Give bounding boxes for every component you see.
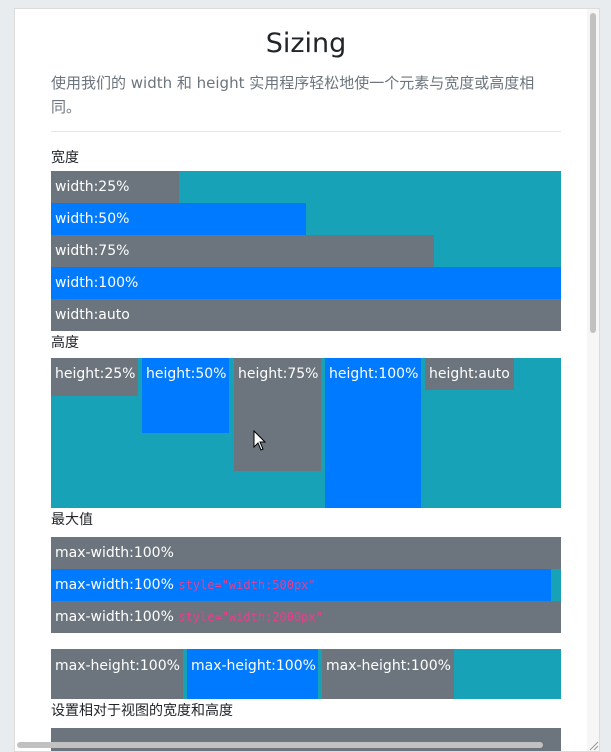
width-section-label: 宽度	[51, 150, 79, 166]
browser-window: Sizing 使用我们的 width 和 height 实用程序轻松地使一个元素…	[14, 8, 600, 752]
height-50-col: height:50%	[142, 358, 229, 433]
width-demo-box: width:25% width:50% width:75% width:100%…	[51, 171, 561, 331]
page-lead: 使用我们的 width 和 height 实用程序轻松地使一个元素与宽度或高度相…	[51, 74, 535, 116]
viewport-section-label: 设置相对于视图的宽度和高度	[51, 703, 233, 719]
max-width-row-3: max-width:100% style="width:2000px"	[51, 601, 561, 633]
main-content: Sizing 使用我们的 width 和 height 实用程序轻松地使一个元素…	[51, 9, 561, 751]
width-75-bar: width:75%	[51, 235, 434, 267]
height-section-label: 高度	[51, 335, 79, 351]
max-width-row-2: max-width:100% style="width:500px"	[51, 569, 551, 601]
resize-grip-icon[interactable]	[587, 739, 599, 751]
max-height-col-2: max-height:100%	[187, 649, 318, 699]
inline-code-500: style="width:500px"	[178, 578, 316, 592]
divider	[51, 131, 561, 132]
height-100-col: height:100%	[325, 358, 421, 508]
max-height-demo-box: max-height:100% max-height:100% max-heig…	[51, 649, 561, 699]
horizontal-scroll-thumb[interactable]	[17, 742, 543, 748]
height-75-col: height:75%	[234, 358, 321, 471]
max-width-row-1: max-width:100%	[51, 537, 561, 569]
width-50-bar: width:50%	[51, 203, 306, 235]
vertical-scrollbar[interactable]	[587, 9, 599, 751]
width-100-bar: width:100%	[51, 267, 561, 299]
max-section-label: 最大值	[51, 512, 93, 528]
max-width-label-1: max-width:100%	[55, 545, 174, 561]
max-height-col-1: max-height:100%	[51, 649, 183, 699]
width-auto-bar: width:auto	[51, 299, 561, 331]
max-height-col-3: max-height:100%	[322, 649, 454, 699]
inline-code-2000: style="width:2000px"	[178, 610, 323, 624]
mouse-cursor-icon	[253, 430, 267, 451]
max-width-demo-box: max-width:100% max-width:100% style="wid…	[51, 537, 561, 633]
width-25-bar: width:25%	[51, 171, 179, 203]
max-width-label-2: max-width:100%	[55, 577, 174, 593]
height-demo-box: height:25% height:50% height:75% height:…	[51, 358, 561, 508]
horizontal-scrollbar[interactable]	[15, 739, 587, 751]
page-title: Sizing	[265, 28, 347, 59]
height-auto-col: height:auto	[425, 358, 514, 390]
vertical-scroll-thumb[interactable]	[590, 13, 596, 333]
height-25-col: height:25%	[51, 358, 138, 396]
max-width-label-3: max-width:100%	[55, 609, 174, 625]
